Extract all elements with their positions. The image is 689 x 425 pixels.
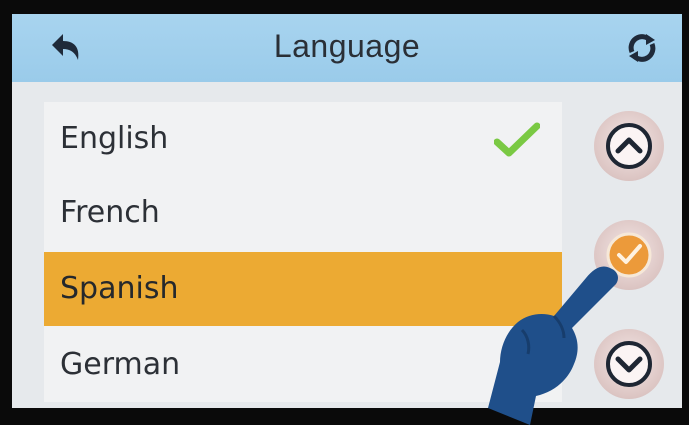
- checkmark-icon: [494, 122, 540, 157]
- page-title: Language: [273, 28, 421, 64]
- language-item-english[interactable]: English: [44, 102, 562, 176]
- scroll-up-button[interactable]: [594, 111, 664, 181]
- language-label: Spanish: [60, 271, 179, 306]
- language-label: English: [60, 121, 169, 156]
- language-item-french[interactable]: French: [44, 176, 562, 250]
- refresh-button[interactable]: [624, 30, 660, 66]
- hand-pointer-icon: [488, 266, 618, 425]
- language-label: French: [60, 195, 160, 230]
- chevron-up-icon: [606, 123, 652, 169]
- refresh-icon: [628, 34, 656, 62]
- language-label: German: [60, 347, 181, 382]
- header-bar: Language: [12, 14, 682, 82]
